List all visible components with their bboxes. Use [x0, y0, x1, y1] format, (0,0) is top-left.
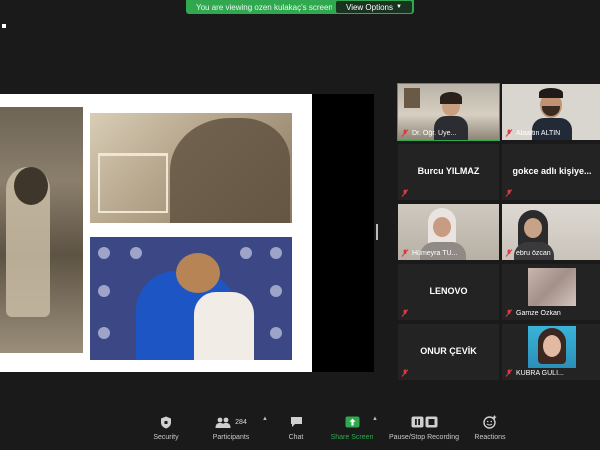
participant-tile[interactable]: Burcu YILMAZ — [398, 144, 499, 200]
participant-tile[interactable]: ONUR ÇEVİK — [398, 324, 499, 380]
participant-tile[interactable]: Gamze Özkan — [502, 264, 600, 320]
chat-button[interactable]: Chat — [282, 412, 310, 450]
security-label: Security — [153, 434, 179, 441]
pause-stop-recording-button[interactable]: Pause/Stop Recording — [386, 412, 462, 450]
view-options-button[interactable]: View Options ▼ — [336, 1, 412, 13]
muted-mic-icon — [505, 369, 513, 377]
participant-display-name: gokce adlı kişiye... — [512, 166, 592, 176]
chat-label: Chat — [288, 434, 304, 441]
avatar — [528, 268, 576, 306]
participant-name: Hümeyra TU... — [412, 250, 458, 257]
participant-tile[interactable]: Hümeyra TU... — [398, 204, 499, 260]
share-screen-label: Share Screen — [330, 434, 374, 441]
participants-button[interactable]: 284 Participants — [205, 412, 257, 450]
participant-name: Gamze Özkan — [516, 310, 561, 317]
muted-mic-icon — [401, 249, 409, 257]
slide-photo-hospital-crib — [90, 113, 292, 223]
chevron-down-icon: ▼ — [396, 4, 402, 10]
participant-display-name: ONUR ÇEVİK — [420, 346, 477, 356]
muted-mic-icon — [505, 189, 513, 197]
participants-caret-icon[interactable]: ▲ — [262, 416, 268, 422]
slide-photo-nurse-child — [0, 107, 83, 353]
muted-mic-icon — [401, 189, 409, 197]
security-button[interactable]: Security — [146, 412, 186, 450]
participant-display-name: Burcu YILMAZ — [417, 166, 480, 176]
participants-label: Participants — [212, 434, 250, 441]
participants-icon: 284 — [215, 412, 247, 432]
shared-screen[interactable] — [0, 94, 374, 372]
muted-mic-icon — [401, 309, 409, 317]
participants-count: 284 — [235, 418, 247, 426]
participant-tile[interactable]: LENOVO — [398, 264, 499, 320]
participant-display-name: LENOVO — [429, 286, 468, 296]
participant-tile[interactable]: ebru özcan — [502, 204, 600, 260]
share-screen-icon — [345, 412, 360, 432]
reactions-label: Reactions — [474, 434, 506, 441]
participant-tile[interactable]: gokce adlı kişiye... — [502, 144, 600, 200]
muted-mic-icon — [401, 369, 409, 377]
share-screen-caret-icon[interactable]: ▲ — [372, 416, 378, 422]
reactions-icon — [483, 412, 497, 432]
participant-tile[interactable]: KÜBRA GÜLİ... — [502, 324, 600, 380]
viewing-banner: You are viewing ozen kulakaç's screen Vi… — [186, 0, 414, 14]
split-view-handle[interactable] — [376, 224, 378, 240]
meeting-toolbar: Security 284 Participants ▲ Chat Share S… — [0, 412, 600, 450]
muted-mic-icon — [505, 249, 513, 257]
reactions-button[interactable]: Reactions — [471, 412, 509, 450]
muted-mic-icon — [401, 129, 409, 137]
pause-stop-icon — [411, 412, 438, 432]
muted-mic-icon — [505, 129, 513, 137]
viewing-banner-text: You are viewing ozen kulakaç's screen — [196, 2, 332, 12]
avatar — [528, 326, 576, 368]
participant-name: Dr. Öğr. Üye... — [412, 130, 457, 137]
presentation-slide — [0, 94, 312, 372]
participant-name: KÜBRA GÜLİ... — [516, 370, 564, 377]
participant-tile[interactable]: Dr. Öğr. Üye... — [397, 83, 500, 141]
muted-mic-icon — [505, 309, 513, 317]
slide-photo-embrace — [90, 237, 292, 360]
view-options-label: View Options — [346, 2, 394, 12]
window-marker — [2, 24, 6, 28]
participant-tile[interactable]: Alaattin ALTIN — [502, 84, 600, 140]
shield-icon — [160, 412, 172, 432]
recording-label: Pause/Stop Recording — [388, 434, 460, 441]
zoom-window: You are viewing ozen kulakaç's screen Vi… — [0, 0, 600, 450]
participant-name: ebru özcan — [516, 250, 551, 257]
share-screen-button[interactable]: Share Screen — [328, 412, 376, 450]
participant-name: Alaattin ALTIN — [516, 130, 561, 137]
chat-icon — [290, 412, 303, 432]
